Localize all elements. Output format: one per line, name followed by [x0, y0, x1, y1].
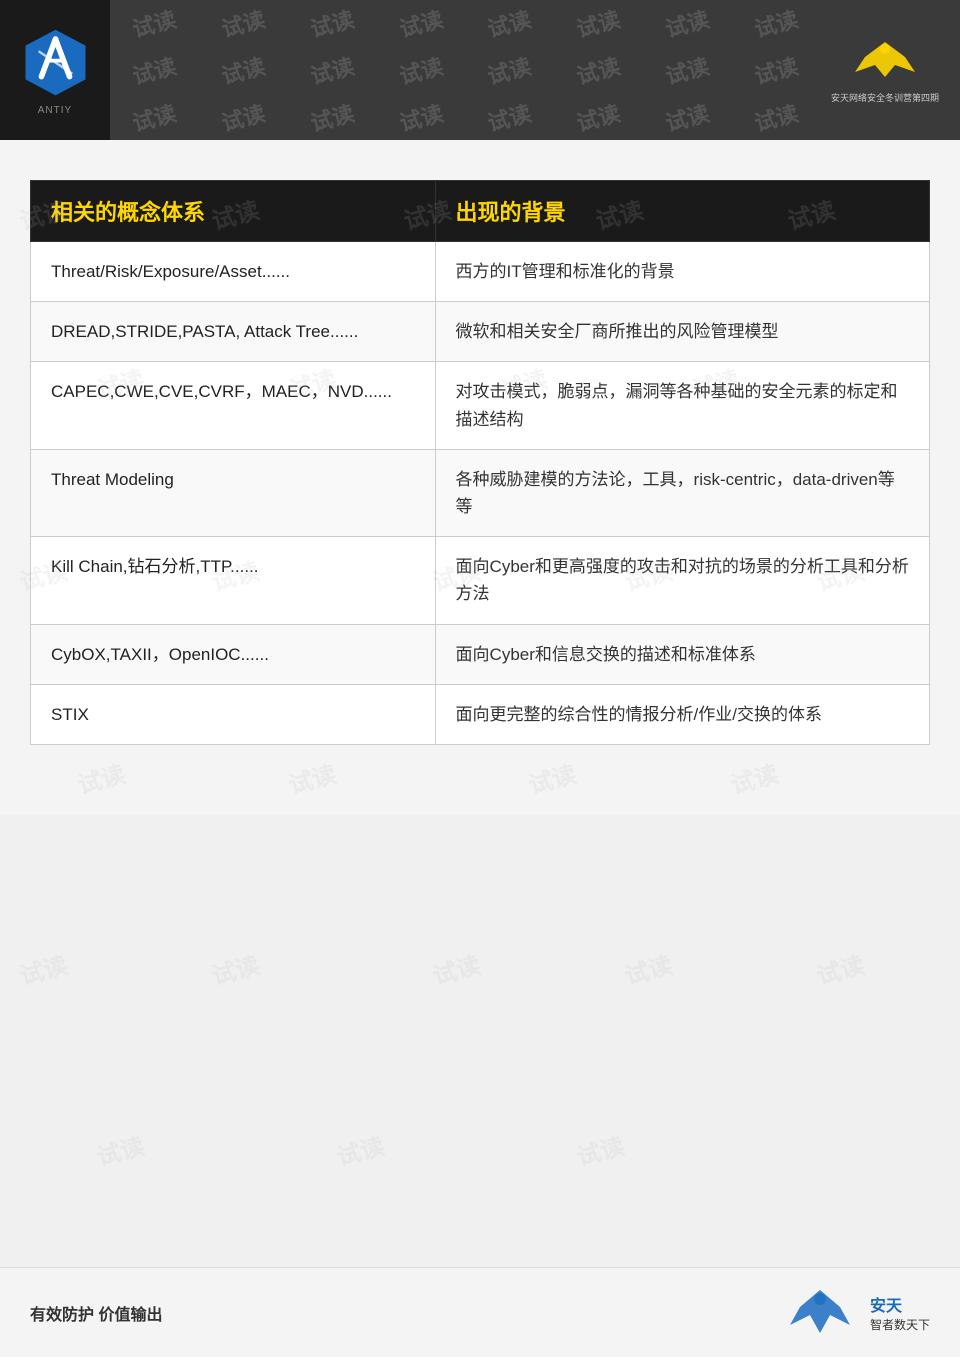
table-row: STIX面向更完整的综合性的情报分析/作业/交换的体系: [31, 684, 930, 744]
brand-tagline: 安天网络安全冬训营第四期: [831, 91, 939, 104]
col2-header: 出现的背景: [435, 181, 929, 242]
wm-24: 试读: [750, 96, 801, 138]
watermark-grid: 试读 试读 试读 试读 试读 试读 试读 试读 试读 试读 试读 试读 试读 试…: [110, 0, 820, 140]
table-cell-right: 面向Cyber和信息交换的描述和标准体系: [435, 624, 929, 684]
table-row: Threat Modeling各种威胁建模的方法论，工具，risk-centri…: [31, 449, 930, 536]
wm-8: 试读: [750, 2, 801, 44]
table-row: CAPEC,CWE,CVE,CVRF，MAEC，NVD......对攻击模式，脆…: [31, 362, 930, 449]
top-right-logo: 安天网络安全冬训营第四期: [820, 20, 950, 120]
table-cell-right: 对攻击模式，脆弱点，漏洞等各种基础的安全元素的标定和描述结构: [435, 362, 929, 449]
wm-7: 试读: [661, 2, 712, 44]
table-cell-right: 各种威胁建模的方法论，工具，risk-centric，data-driven等等: [435, 449, 929, 536]
logo-block: ANTIY: [0, 0, 110, 140]
table-cell-right: 面向更完整的综合性的情报分析/作业/交换的体系: [435, 684, 929, 744]
wm-22: 试读: [573, 96, 624, 138]
table-row: CybOX,TAXII，OpenIOC......面向Cyber和信息交换的描述…: [31, 624, 930, 684]
table-cell-left: Threat Modeling: [31, 449, 436, 536]
wm-3: 试读: [306, 2, 357, 44]
antiy-logo-icon: [18, 25, 93, 100]
footer-brand-name: 安天: [870, 1292, 930, 1316]
wm-19: 试读: [306, 96, 357, 138]
wm-9: 试读: [129, 49, 180, 91]
wm-15: 试读: [661, 49, 712, 91]
table-cell-right: 微软和相关安全厂商所推出的风险管理模型: [435, 302, 929, 362]
table-cell-left: Threat/Risk/Exposure/Asset......: [31, 242, 436, 302]
main-content: 相关的概念体系 出现的背景 Threat/Risk/Exposure/Asset…: [0, 140, 960, 815]
table-cell-left: CAPEC,CWE,CVE,CVRF，MAEC，NVD......: [31, 362, 436, 449]
table-cell-left: Kill Chain,钻石分析,TTP......: [31, 537, 436, 624]
footer-right: 安天 智者数天下: [775, 1285, 930, 1340]
footer-brand-tagline: 智者数天下: [870, 1316, 930, 1333]
table-cell-right: 西方的IT管理和标准化的背景: [435, 242, 929, 302]
wm-4: 试读: [395, 2, 446, 44]
wm-23: 试读: [661, 96, 712, 138]
footer: 有效防护 价值输出 安天 智者数天下: [0, 1267, 960, 1357]
wm-18: 试读: [218, 96, 269, 138]
wm-21: 试读: [484, 96, 535, 138]
footer-brand-icon: [775, 1285, 865, 1340]
wm-1: 试读: [129, 2, 180, 44]
wm-20: 试读: [395, 96, 446, 138]
col1-header: 相关的概念体系: [31, 181, 436, 242]
wm-16: 试读: [750, 49, 801, 91]
wm-5: 试读: [484, 2, 535, 44]
table-row: DREAD,STRIDE,PASTA, Attack Tree......微软和…: [31, 302, 930, 362]
brand-logo-icon: [845, 37, 925, 87]
wm-12: 试读: [395, 49, 446, 91]
wm-13: 试读: [484, 49, 535, 91]
wm-6: 试读: [573, 2, 624, 44]
concept-table: 相关的概念体系 出现的背景 Threat/Risk/Exposure/Asset…: [30, 180, 930, 745]
wm-17: 试读: [129, 96, 180, 138]
table-row: Threat/Risk/Exposure/Asset......西方的IT管理和…: [31, 242, 930, 302]
table-cell-left: STIX: [31, 684, 436, 744]
table-cell-left: CybOX,TAXII，OpenIOC......: [31, 624, 436, 684]
wm-11: 试读: [306, 49, 357, 91]
wm-2: 试读: [218, 2, 269, 44]
footer-left-text: 有效防护 价值输出: [30, 1301, 162, 1325]
table-row: Kill Chain,钻石分析,TTP......面向Cyber和更高强度的攻击…: [31, 537, 930, 624]
wm-10: 试读: [218, 49, 269, 91]
wm-14: 试读: [573, 49, 624, 91]
header-watermark-area: 试读 试读 试读 试读 试读 试读 试读 试读 试读 试读 试读 试读 试读 试…: [110, 0, 820, 140]
logo-label: ANTIY: [38, 105, 72, 116]
table-cell-right: 面向Cyber和更高强度的攻击和对抗的场景的分析工具和分析方法: [435, 537, 929, 624]
table-cell-left: DREAD,STRIDE,PASTA, Attack Tree......: [31, 302, 436, 362]
header: ANTIY 试读 试读 试读 试读 试读 试读 试读 试读 试读 试读 试读 试…: [0, 0, 960, 140]
